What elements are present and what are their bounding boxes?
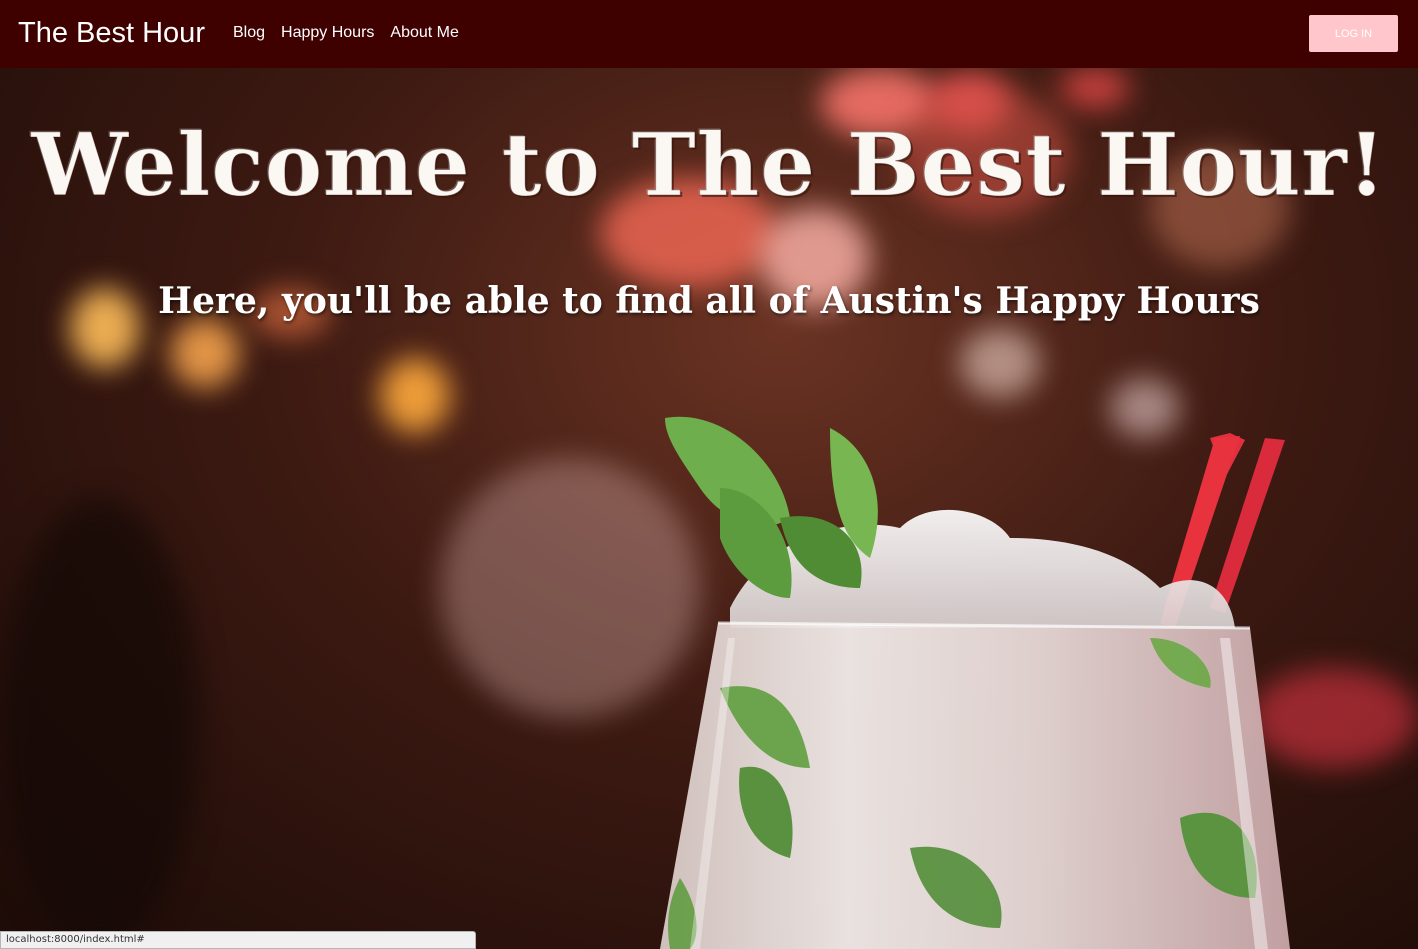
hero-title: Welcome to The Best Hour! — [31, 115, 1387, 217]
nav-link-blog[interactable]: Blog — [233, 23, 265, 43]
nav-link-happy-hours[interactable]: Happy Hours — [281, 23, 374, 43]
nav-link-about-me[interactable]: About Me — [390, 23, 458, 43]
brand-link[interactable]: The Best Hour — [18, 15, 205, 51]
browser-status-bar-url: localhost:8000/index.html# — [0, 931, 476, 949]
hero-subtitle: Here, you'll be able to find all of Aust… — [158, 280, 1260, 322]
hero-section: Welcome to The Best Hour! Here, you'll b… — [0, 68, 1418, 949]
login-button[interactable]: LOG IN — [1309, 15, 1398, 52]
nav-links: Blog Happy Hours About Me — [233, 23, 459, 43]
top-navbar: The Best Hour Blog Happy Hours About Me … — [0, 0, 1418, 68]
